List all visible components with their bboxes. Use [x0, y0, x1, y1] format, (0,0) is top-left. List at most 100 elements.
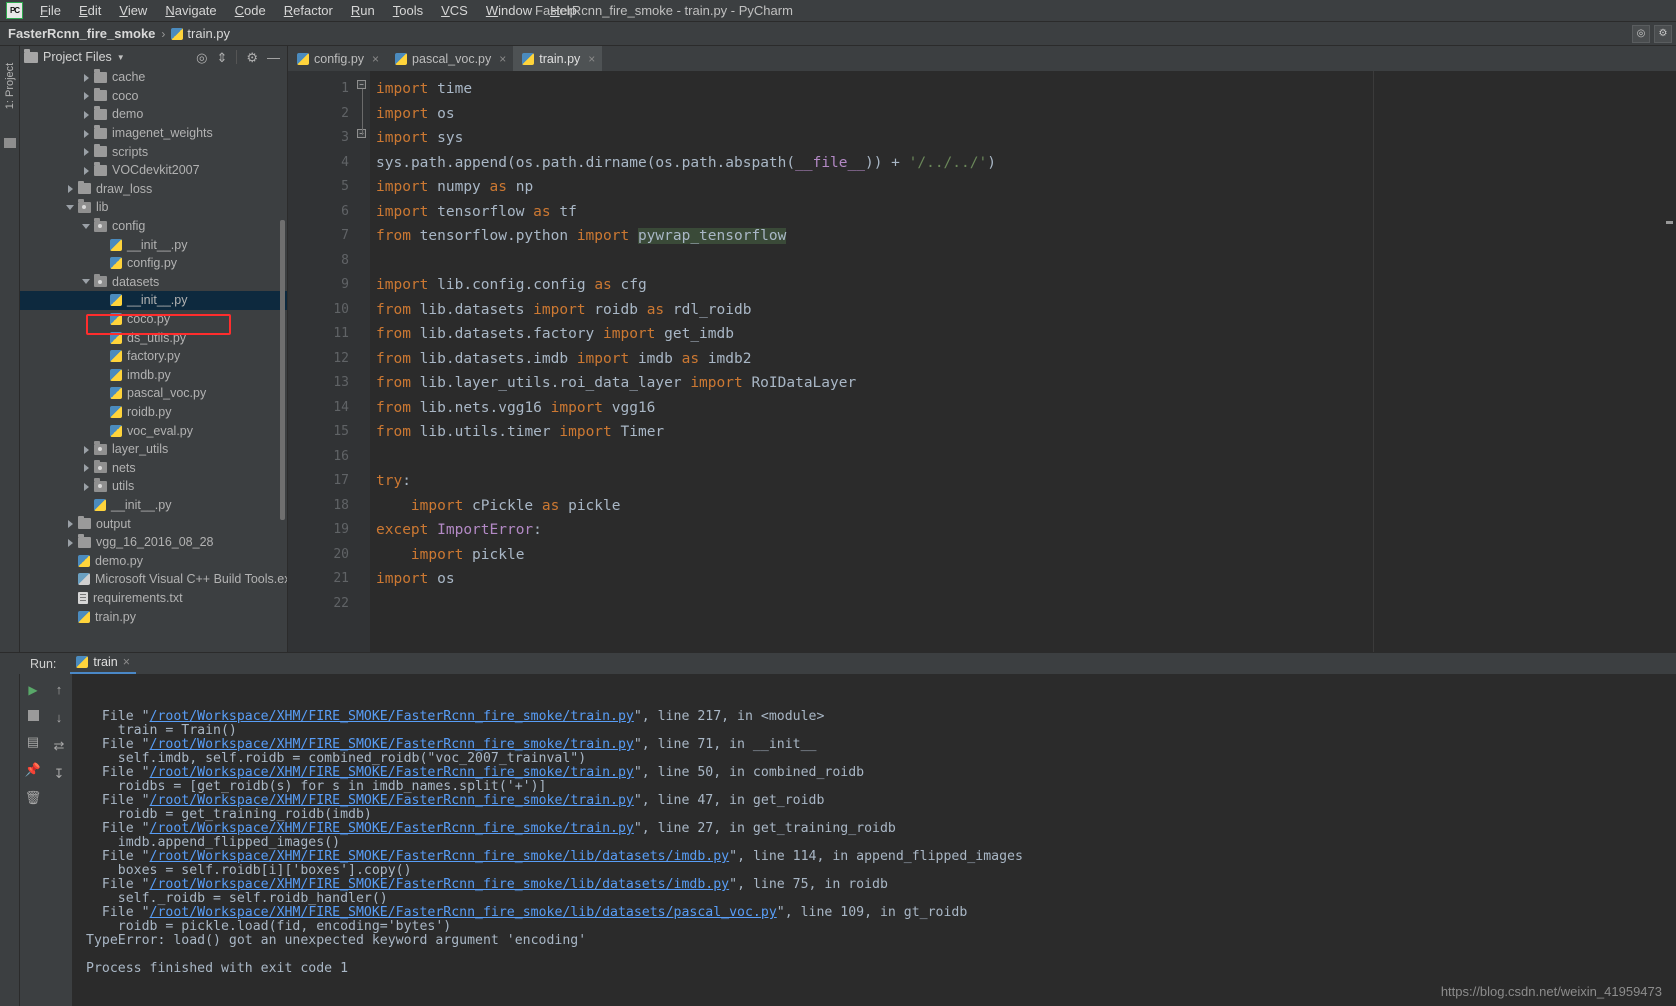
tree-node-layer-utils[interactable]: layer_utils: [20, 440, 287, 459]
tree-node-requirements-txt[interactable]: requirements.txt: [20, 589, 287, 608]
chevron-right-icon[interactable]: [82, 482, 91, 491]
chevron-right-icon[interactable]: [82, 445, 91, 454]
console-traceback-frame[interactable]: File "/root/Workspace/XHM/FIRE_SMOKE/Fas…: [86, 878, 1676, 892]
run-tab-train[interactable]: train ×: [70, 653, 136, 674]
chevron-right-icon[interactable]: [82, 110, 91, 119]
editor-tab-pascal_voc-py[interactable]: pascal_voc.py×: [386, 46, 513, 71]
chevron-right-icon[interactable]: [66, 184, 75, 193]
up-arrow-icon[interactable]: ↑: [52, 682, 67, 697]
close-icon[interactable]: ×: [372, 52, 379, 66]
project-tree-scrollbar[interactable]: [280, 220, 285, 520]
tree-node-utils[interactable]: utils: [20, 477, 287, 496]
collapse-all-icon[interactable]: ⇕: [216, 51, 227, 64]
tree-node-ds-utils-py[interactable]: ds_utils.py: [20, 328, 287, 347]
breadcrumb-file[interactable]: train.py: [187, 26, 230, 41]
tree-node-train-py[interactable]: train.py: [20, 607, 287, 626]
chevron-right-icon[interactable]: [66, 519, 75, 528]
tree-node-nets[interactable]: nets: [20, 458, 287, 477]
tree-node-config-py[interactable]: config.py: [20, 254, 287, 273]
chevron-right-icon[interactable]: [82, 91, 91, 100]
console-file-link[interactable]: /root/Workspace/XHM/FIRE_SMOKE/FasterRcn…: [150, 821, 634, 836]
tree-node-output[interactable]: output: [20, 514, 287, 533]
code-content[interactable]: import timeimport osimport syssys.path.a…: [370, 71, 1676, 652]
fold-marker-icon[interactable]: −: [357, 80, 366, 89]
console-traceback-frame[interactable]: File "/root/Workspace/XHM/FIRE_SMOKE/Fas…: [86, 794, 1676, 808]
trash-icon[interactable]: 🗑: [26, 790, 41, 805]
chevron-right-icon[interactable]: [82, 166, 91, 175]
console-traceback-frame[interactable]: File "/root/Workspace/XHM/FIRE_SMOKE/Fas…: [86, 822, 1676, 836]
tree-node-microsoft-visual-c-build-tools-exe[interactable]: Microsoft Visual C++ Build Tools.exe: [20, 570, 287, 589]
tree-node--init-py[interactable]: __init__.py: [20, 291, 287, 310]
pin-icon[interactable]: 📌: [26, 762, 41, 777]
settings-icon[interactable]: ⚙: [1654, 25, 1672, 43]
menu-item-window[interactable]: Window: [477, 1, 541, 20]
editor-tab-train-py[interactable]: train.py×: [513, 46, 602, 71]
tree-node-scripts[interactable]: scripts: [20, 142, 287, 161]
console-output[interactable]: File "/root/Workspace/XHM/FIRE_SMOKE/Fas…: [72, 674, 1676, 1006]
tree-node--init-py[interactable]: __init__.py: [20, 235, 287, 254]
close-icon[interactable]: ×: [123, 655, 130, 669]
code-folding-gutter[interactable]: − −: [356, 71, 370, 652]
menu-item-file[interactable]: File: [31, 1, 70, 20]
tree-node-roidb-py[interactable]: roidb.py: [20, 403, 287, 422]
editor-scrollbar[interactable]: [1663, 71, 1676, 652]
menu-item-run[interactable]: Run: [342, 1, 384, 20]
search-everywhere-icon[interactable]: ◎: [1632, 25, 1650, 43]
menu-item-edit[interactable]: Edit: [70, 1, 110, 20]
menu-item-refactor[interactable]: Refactor: [275, 1, 342, 20]
menu-item-navigate[interactable]: Navigate: [156, 1, 225, 20]
tree-node-demo[interactable]: demo: [20, 105, 287, 124]
tree-node-coco[interactable]: coco: [20, 87, 287, 106]
hide-icon[interactable]: —: [267, 51, 280, 64]
tree-node-vgg-16-2016-08-28[interactable]: vgg_16_2016_08_28: [20, 533, 287, 552]
breadcrumb-project[interactable]: FasterRcnn_fire_smoke: [8, 26, 155, 41]
chevron-right-icon[interactable]: [82, 147, 91, 156]
chevron-right-icon[interactable]: [82, 129, 91, 138]
gear-icon[interactable]: ⚙: [246, 51, 258, 64]
console-traceback-frame[interactable]: File "/root/Workspace/XHM/FIRE_SMOKE/Fas…: [86, 906, 1676, 920]
tree-node-coco-py[interactable]: coco.py: [20, 310, 287, 329]
console-traceback-frame[interactable]: File "/root/Workspace/XHM/FIRE_SMOKE/Fas…: [86, 766, 1676, 780]
tree-node-demo-py[interactable]: demo.py: [20, 551, 287, 570]
console-file-link[interactable]: /root/Workspace/XHM/FIRE_SMOKE/FasterRcn…: [150, 737, 634, 752]
tree-node-draw-loss[interactable]: draw_loss: [20, 180, 287, 199]
editor-tab-config-py[interactable]: config.py×: [288, 46, 386, 71]
console-file-link[interactable]: /root/Workspace/XHM/FIRE_SMOKE/FasterRcn…: [150, 849, 730, 864]
tree-node-imagenet-weights[interactable]: imagenet_weights: [20, 124, 287, 143]
chevron-down-icon[interactable]: [82, 222, 91, 231]
console-traceback-frame[interactable]: File "/root/Workspace/XHM/FIRE_SMOKE/Fas…: [86, 850, 1676, 864]
menu-item-tools[interactable]: Tools: [384, 1, 432, 20]
scroll-to-end-icon[interactable]: ↧: [52, 766, 67, 781]
tree-node-voc-eval-py[interactable]: voc_eval.py: [20, 421, 287, 440]
chevron-down-icon[interactable]: [66, 203, 75, 212]
chevron-right-icon[interactable]: [82, 463, 91, 472]
project-tree[interactable]: cachecocodemoimagenet_weightsscriptsVOCd…: [20, 68, 287, 652]
console-file-link[interactable]: /root/Workspace/XHM/FIRE_SMOKE/FasterRcn…: [150, 905, 777, 920]
code-editor[interactable]: 12345678910111213141516171819202122 − − …: [288, 71, 1676, 652]
soft-wrap-icon[interactable]: ⇄: [52, 738, 67, 753]
tree-node-imdb-py[interactable]: imdb.py: [20, 366, 287, 385]
console-file-link[interactable]: /root/Workspace/XHM/FIRE_SMOKE/FasterRcn…: [150, 765, 634, 780]
chevron-down-icon[interactable]: ▼: [117, 53, 125, 62]
console-file-link[interactable]: /root/Workspace/XHM/FIRE_SMOKE/FasterRcn…: [150, 877, 730, 892]
close-icon[interactable]: ×: [499, 52, 506, 66]
down-arrow-icon[interactable]: ↓: [52, 710, 67, 725]
tree-node-datasets[interactable]: datasets: [20, 273, 287, 292]
console-traceback-frame[interactable]: File "/root/Workspace/XHM/FIRE_SMOKE/Fas…: [86, 710, 1676, 724]
chevron-right-icon[interactable]: [66, 538, 75, 547]
chevron-down-icon[interactable]: [82, 277, 91, 286]
tree-node-cache[interactable]: cache: [20, 68, 287, 87]
rail-item-project[interactable]: 1: Project: [4, 60, 16, 112]
locate-icon[interactable]: ◎: [196, 51, 207, 64]
tree-node-pascal-voc-py[interactable]: pascal_voc.py: [20, 384, 287, 403]
tree-node-config[interactable]: config: [20, 217, 287, 236]
tree-node-lib[interactable]: lib: [20, 198, 287, 217]
stop-icon[interactable]: [28, 710, 39, 721]
console-file-link[interactable]: /root/Workspace/XHM/FIRE_SMOKE/FasterRcn…: [150, 793, 634, 808]
menu-item-view[interactable]: View: [110, 1, 156, 20]
print-icon[interactable]: ▤: [26, 734, 41, 749]
tree-node-factory-py[interactable]: factory.py: [20, 347, 287, 366]
tree-node--init-py[interactable]: __init__.py: [20, 496, 287, 515]
close-icon[interactable]: ×: [588, 52, 595, 66]
run-icon[interactable]: ▶: [26, 682, 41, 697]
